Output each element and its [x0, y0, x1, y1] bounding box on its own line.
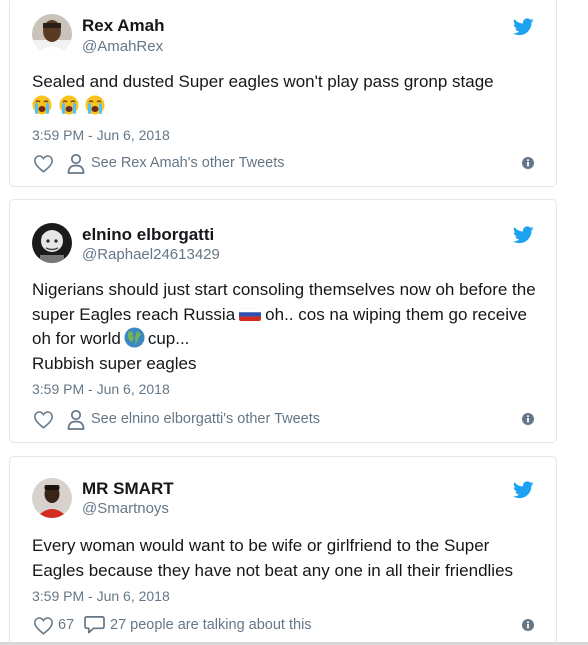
info-icon[interactable]	[522, 413, 534, 425]
author-name[interactable]: elnino elborgatti	[82, 225, 214, 245]
speech-bubble-icon[interactable]	[84, 615, 105, 634]
loudly-crying-face-icon	[59, 95, 86, 116]
avatar[interactable]	[32, 223, 72, 263]
tweet-text-part-4: Rubbish super eagles	[32, 353, 197, 373]
tweet-timestamp[interactable]: 3:59 PM - Jun 6, 2018	[32, 381, 170, 397]
tweet-text: Sealed and dusted Super eagles won't pla…	[32, 70, 542, 119]
twitter-bird-icon[interactable]	[513, 226, 534, 244]
info-icon[interactable]	[522, 157, 534, 169]
author-handle[interactable]: @Smartnoys	[82, 500, 169, 517]
avatar[interactable]	[32, 14, 72, 54]
like-heart-icon[interactable]	[33, 616, 54, 635]
twitter-bird-icon[interactable]	[513, 481, 534, 499]
author-handle[interactable]: @AmahRex	[82, 38, 163, 55]
twitter-bird-icon[interactable]	[513, 18, 534, 36]
tweet-text-part-3: cup...	[147, 329, 190, 348]
like-heart-icon[interactable]	[33, 154, 54, 173]
loudly-crying-face-icon	[85, 95, 107, 116]
tweet-text-body: Sealed and dusted Super eagles won't pla…	[32, 72, 494, 91]
tweet-timestamp[interactable]: 3:59 PM - Jun 6, 2018	[32, 588, 170, 604]
loudly-crying-face-icon	[32, 95, 59, 116]
see-other-tweets-link[interactable]: See elnino elborgatti's other Tweets	[91, 411, 320, 427]
tweet-text: Nigerians should just start consoling th…	[32, 278, 542, 376]
author-name[interactable]: MR SMART	[82, 479, 174, 499]
talking-about-this-link[interactable]: 27 people are talking about this	[110, 617, 312, 633]
author-name[interactable]: Rex Amah	[82, 16, 165, 36]
like-count[interactable]: 67	[58, 617, 74, 633]
like-heart-icon[interactable]	[33, 410, 54, 429]
avatar[interactable]	[32, 478, 72, 518]
profile-person-icon[interactable]	[67, 153, 85, 174]
tweet-text: Every woman would want to be wife or gir…	[32, 536, 514, 580]
tweet-card-elnino-elborgatti[interactable]: elnino elborgatti @Raphael24613429 Niger…	[9, 199, 557, 443]
tweet-actions: 67 27 people are talking about this	[32, 615, 534, 637]
tweet-timestamp[interactable]: 3:59 PM - Jun 6, 2018	[32, 127, 170, 143]
tweet-card-rex-amah[interactable]: Rex Amah @AmahRex Sealed and dusted Supe…	[9, 0, 557, 187]
tweet-actions: See elnino elborgatti's other Tweets	[32, 409, 534, 431]
tweet-card-mr-smart[interactable]: MR SMART @Smartnoys Every woman would wa…	[9, 456, 557, 645]
see-other-tweets-link[interactable]: See Rex Amah's other Tweets	[91, 155, 285, 171]
info-icon[interactable]	[522, 619, 534, 631]
tweet-actions: See Rex Amah's other Tweets	[32, 153, 534, 175]
profile-person-icon[interactable]	[67, 409, 85, 430]
author-handle[interactable]: @Raphael24613429	[82, 246, 220, 263]
globe-icon	[121, 327, 148, 348]
russia-flag-icon	[235, 305, 265, 324]
embedded-tweets-feed: Rex Amah @AmahRex Sealed and dusted Supe…	[0, 0, 588, 645]
